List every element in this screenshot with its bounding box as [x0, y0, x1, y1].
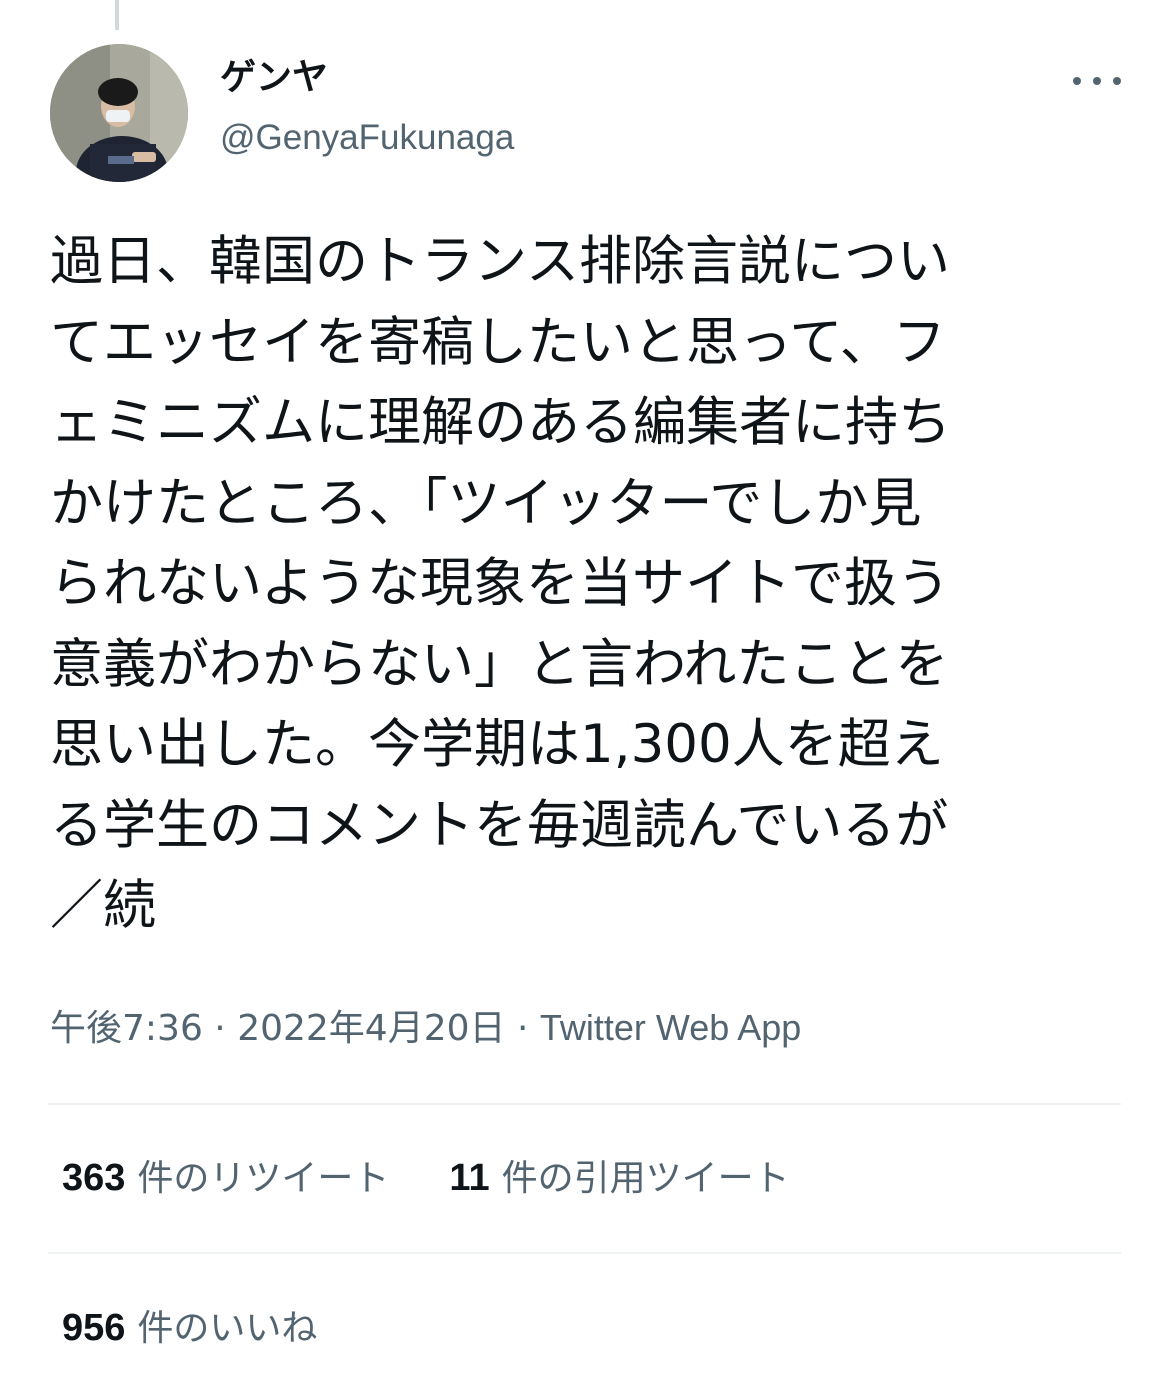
divider: [48, 1103, 1121, 1105]
engagement-stats-row: 363 件のリツイート 11 件の引用ツイート: [62, 1154, 1121, 1203]
likes-label: 件のいいね: [137, 1308, 318, 1349]
divider: [48, 1252, 1121, 1254]
more-options-button[interactable]: [1073, 66, 1121, 96]
likes-count: 956: [62, 1307, 126, 1349]
more-dot-icon: [1113, 77, 1121, 85]
user-photo-avatar-icon: [50, 44, 188, 182]
quote-tweets-label: 件の引用ツイート: [501, 1158, 790, 1199]
more-dot-icon: [1093, 77, 1101, 85]
meta-separator: ·: [505, 1008, 540, 1049]
tweet-date[interactable]: 2022年4月20日: [237, 1008, 505, 1049]
user-info: ゲンヤ @GenyaFukunaga: [220, 54, 514, 160]
tweet-source[interactable]: Twitter Web App: [540, 1007, 801, 1048]
likes-stats-row: 956 件のいいね: [62, 1304, 1121, 1353]
quote-tweets-count: 11: [449, 1157, 490, 1199]
avatar[interactable]: [50, 44, 188, 182]
retweets-label: 件のリツイート: [137, 1158, 390, 1199]
meta-separator: ·: [202, 1008, 238, 1049]
user-handle[interactable]: @GenyaFukunaga: [220, 116, 514, 160]
likes-stat[interactable]: 956 件のいいね: [62, 1304, 317, 1353]
retweets-count: 363: [62, 1157, 126, 1199]
display-name[interactable]: ゲンヤ: [220, 54, 514, 102]
quote-tweets-stat[interactable]: 11 件の引用ツイート: [449, 1154, 789, 1203]
thread-connector-line: [115, 0, 119, 30]
more-dot-icon: [1073, 77, 1081, 85]
tweet-metadata: 午後7:36 · 2022年4月20日 · Twitter Web App: [50, 1004, 801, 1053]
tweet-header: ゲンヤ @GenyaFukunaga: [50, 44, 1121, 184]
tweet-time[interactable]: 午後7:36: [50, 1008, 203, 1049]
retweets-stat[interactable]: 363 件のリツイート: [62, 1154, 389, 1203]
tweet-text: 過日、韓国のトランス排除言説につい てエッセイを寄稿したいと思って、フ ェミニズ…: [50, 231, 951, 936]
